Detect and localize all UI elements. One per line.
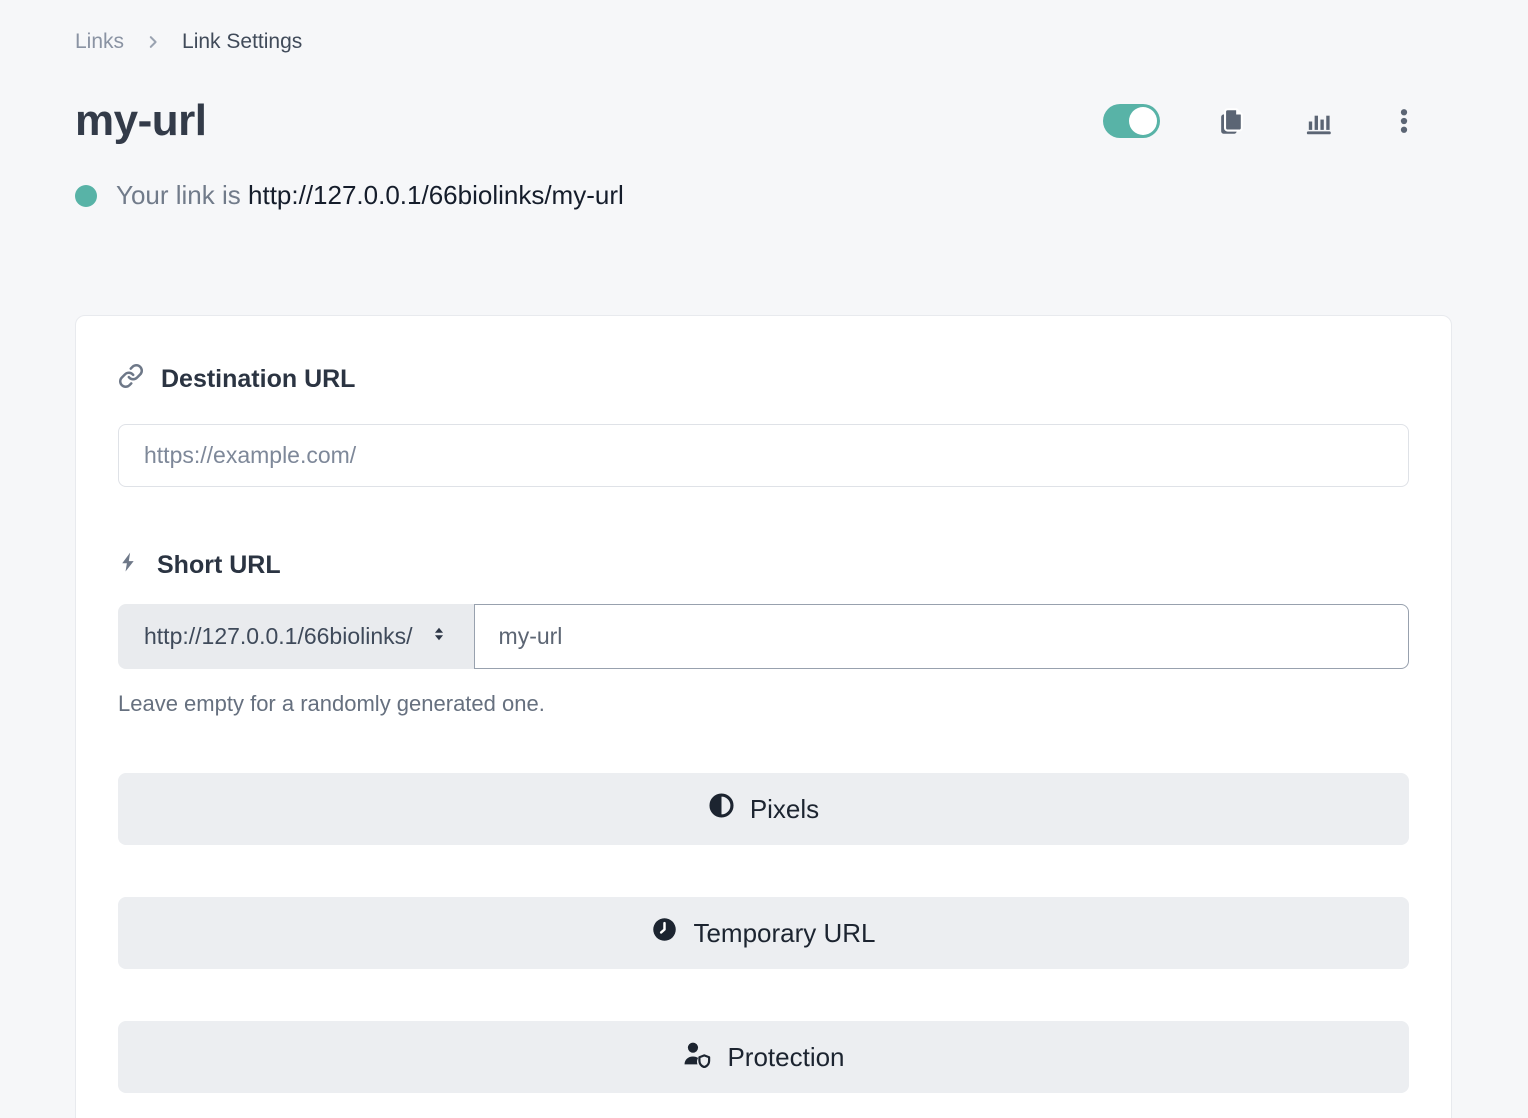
link-settings-page: Links Link Settings my-url	[0, 0, 1528, 1118]
breadcrumb-current: Link Settings	[182, 30, 302, 54]
short-url-help-text: Leave empty for a randomly generated one…	[118, 691, 1409, 717]
destination-url-label: Destination URL	[118, 363, 1409, 396]
page-title: my-url	[75, 96, 206, 146]
short-url-input-group: http://127.0.0.1/66biolinks/	[118, 604, 1409, 669]
clock-icon	[651, 916, 678, 950]
domain-select[interactable]: http://127.0.0.1/66biolinks/	[118, 604, 474, 669]
short-url-label: Short URL	[118, 549, 1409, 582]
domain-select-value: http://127.0.0.1/66biolinks/	[144, 623, 413, 650]
protection-button-label: Protection	[727, 1042, 844, 1073]
copy-link-button[interactable]	[1216, 106, 1247, 137]
temporary-url-button[interactable]: Temporary URL	[118, 897, 1409, 969]
header-toolbar	[1103, 104, 1452, 138]
statistics-button[interactable]	[1303, 106, 1334, 137]
short-url-input[interactable]	[474, 604, 1409, 669]
page-header: my-url	[75, 96, 1452, 146]
copy-icon	[1216, 106, 1247, 137]
pixels-button-label: Pixels	[750, 794, 819, 825]
protection-button[interactable]: Protection	[118, 1021, 1409, 1093]
destination-url-input[interactable]	[118, 424, 1409, 487]
lightning-bolt-icon	[118, 549, 140, 582]
pixels-button[interactable]: Pixels	[118, 773, 1409, 845]
short-link-url[interactable]: http://127.0.0.1/66biolinks/my-url	[248, 180, 624, 210]
destination-url-section: Destination URL	[118, 363, 1409, 487]
link-status-text: Your link is http://127.0.0.1/66biolinks…	[116, 180, 624, 211]
link-enabled-toggle[interactable]	[1103, 104, 1160, 138]
kebab-menu-icon	[1390, 107, 1418, 135]
toggle-knob	[1129, 107, 1157, 135]
up-down-arrows-icon	[428, 623, 450, 651]
chevron-right-icon	[144, 33, 162, 51]
user-shield-icon	[682, 1040, 712, 1075]
bar-chart-icon	[1303, 106, 1334, 137]
link-settings-card: Destination URL Short URL http://127.0.0…	[75, 315, 1452, 1118]
contrast-icon	[708, 792, 735, 826]
link-icon	[118, 363, 144, 396]
short-url-label-text: Short URL	[157, 551, 281, 580]
status-dot	[75, 185, 97, 207]
temporary-url-button-label: Temporary URL	[693, 918, 875, 949]
breadcrumb-links[interactable]: Links	[75, 30, 124, 54]
destination-url-label-text: Destination URL	[161, 365, 355, 394]
status-prefix: Your link is	[116, 180, 241, 210]
breadcrumb: Links Link Settings	[75, 30, 1452, 54]
more-options-button[interactable]	[1390, 107, 1418, 135]
short-url-section: Short URL http://127.0.0.1/66biolinks/ L…	[118, 549, 1409, 717]
link-status-row: Your link is http://127.0.0.1/66biolinks…	[75, 180, 1452, 211]
